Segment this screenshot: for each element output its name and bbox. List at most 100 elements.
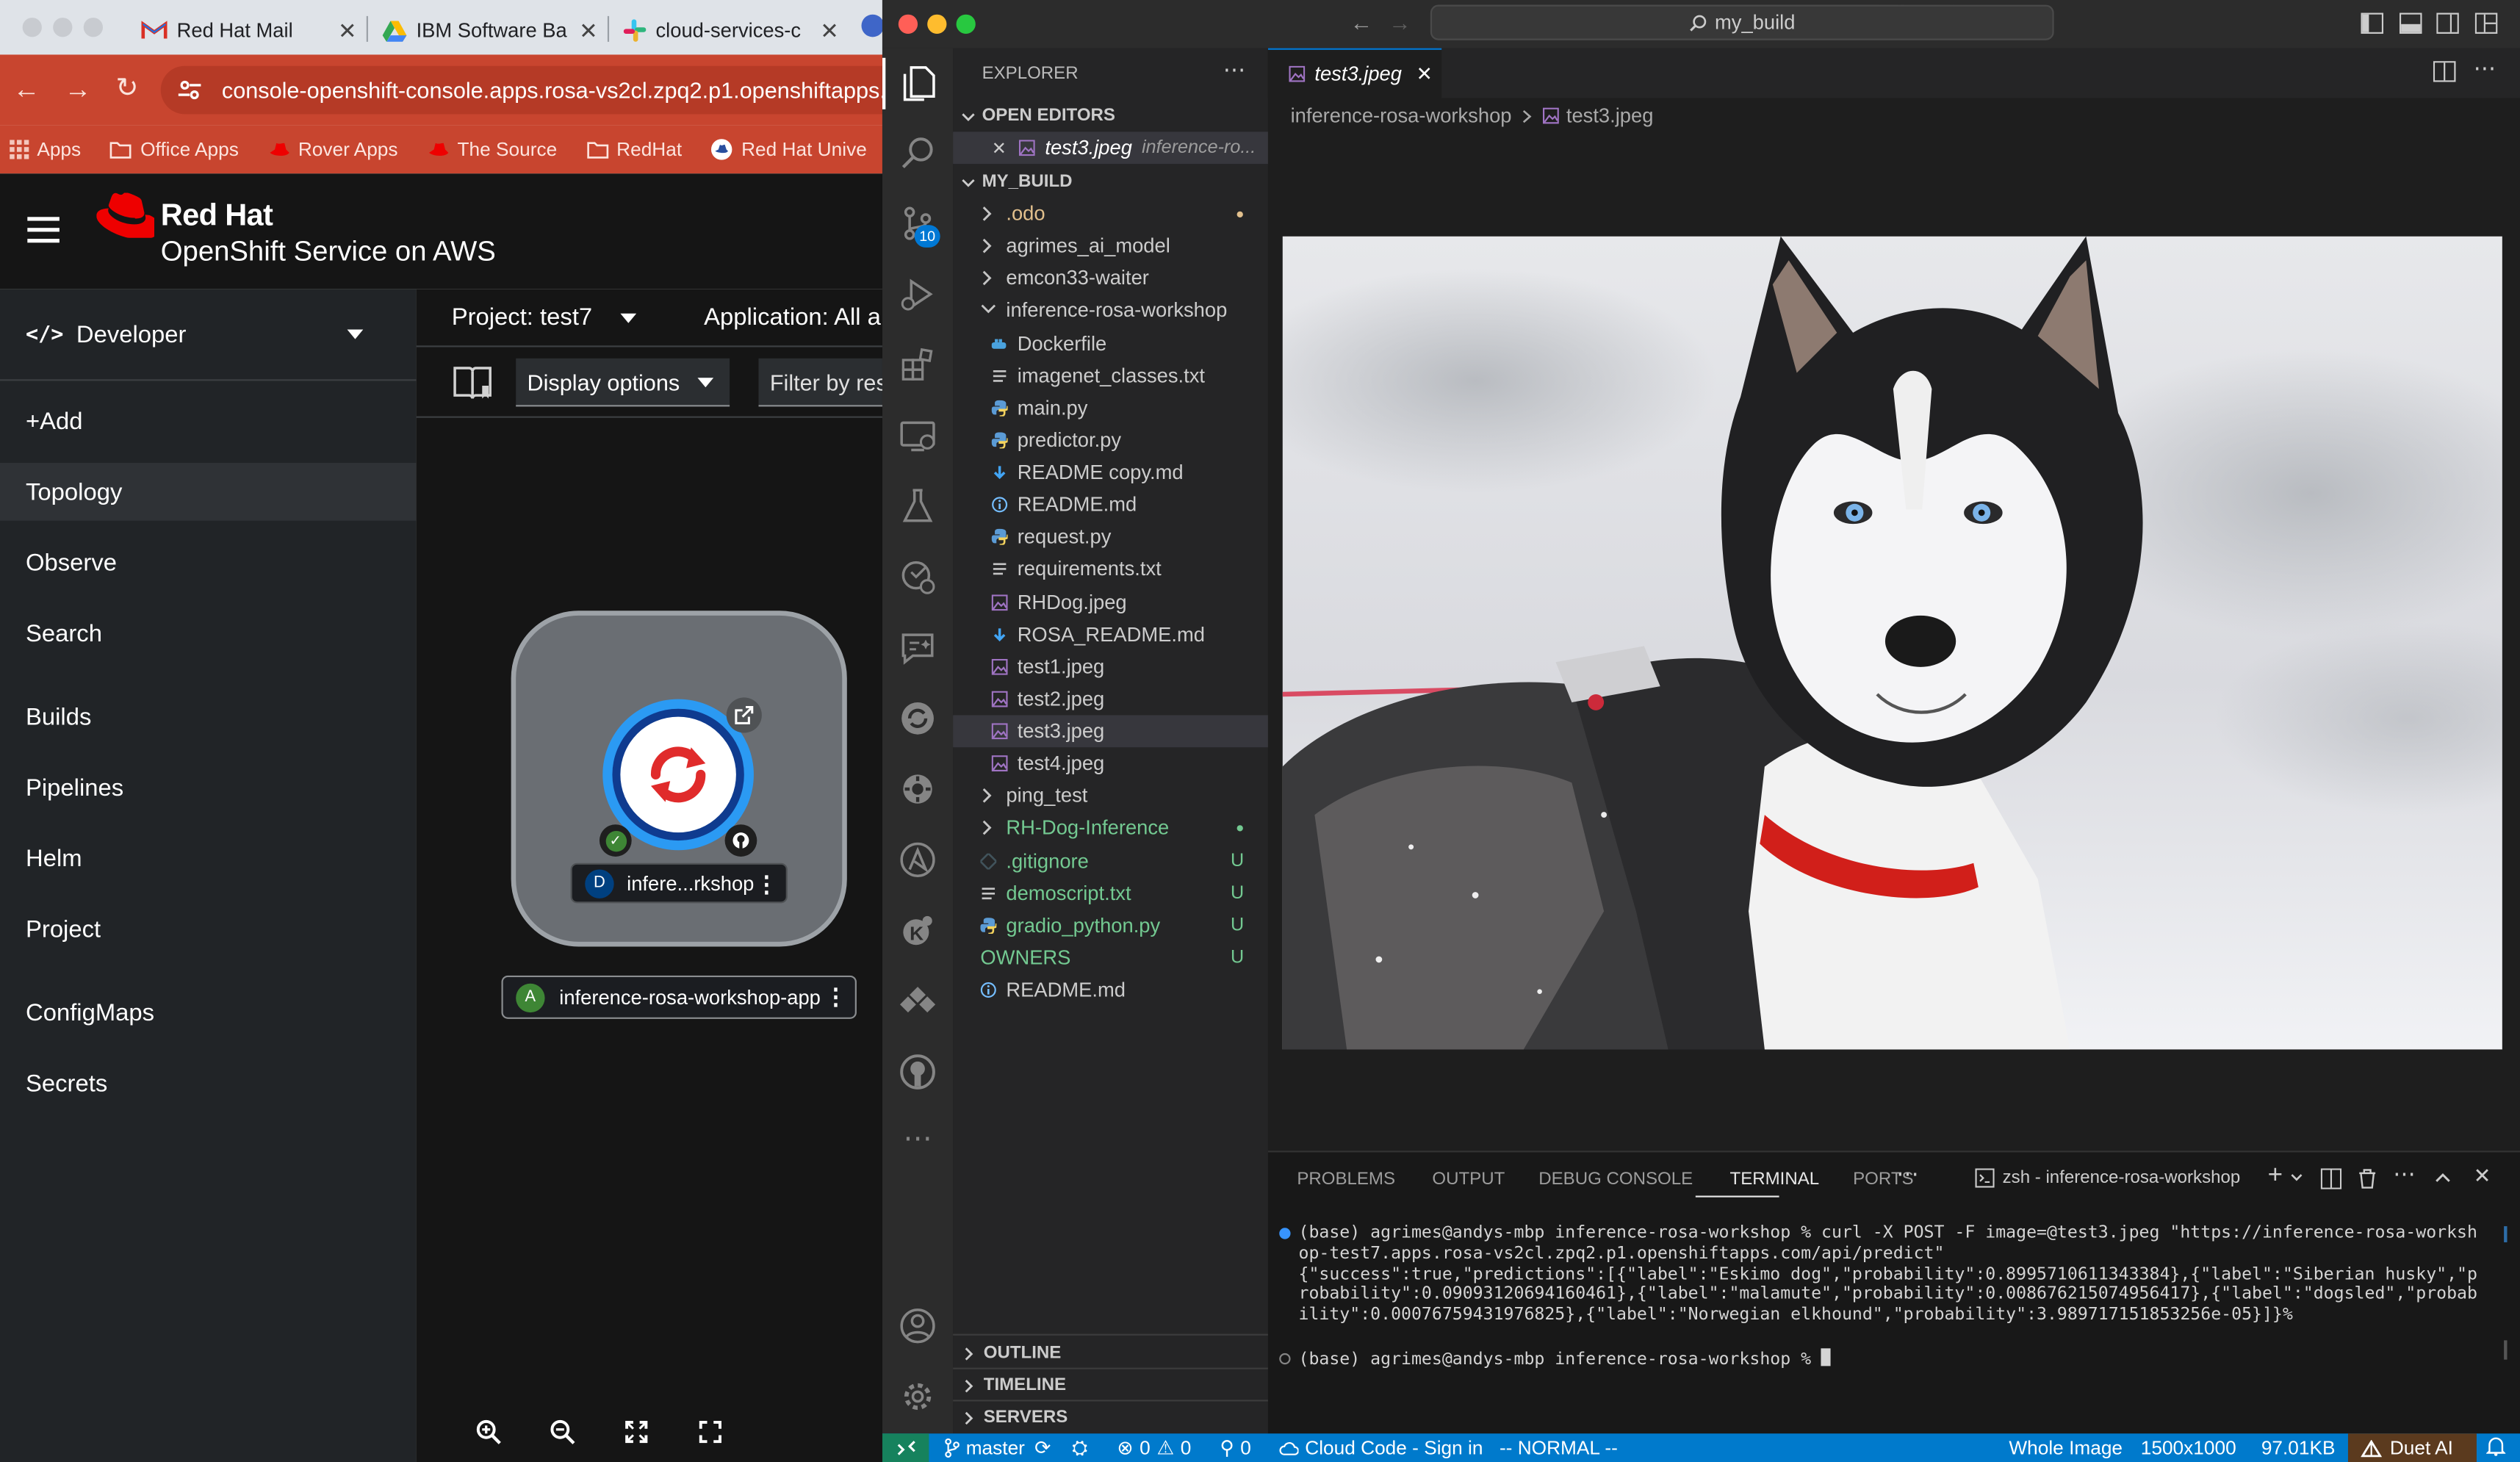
tree-file[interactable]: test4.jpeg <box>953 748 1268 780</box>
terminal-instance-selector[interactable]: zsh - inference-rosa-workshop <box>1975 1168 2240 1188</box>
tree-folder[interactable]: emcon33-waiter <box>953 262 1268 295</box>
git-branch-status[interactable]: master ⟳ <box>943 1437 1051 1460</box>
back-arrow-icon[interactable]: ← <box>13 74 40 107</box>
chevron-down-icon[interactable] <box>2290 1173 2303 1183</box>
problems-status[interactable]: ⊗ 0 ⚠ 0 <box>1117 1437 1191 1460</box>
editor-tab-active[interactable]: test3.jpeg ✕ <box>1267 48 1442 98</box>
window-close-button[interactable] <box>898 14 918 34</box>
zoom-out-icon[interactable] <box>525 1402 600 1462</box>
settings-sync-gear-icon[interactable] <box>897 768 939 810</box>
manage-gear-icon[interactable] <box>897 1376 939 1418</box>
tree-file[interactable]: requirements.txt <box>953 553 1268 586</box>
browser-tab-mail[interactable]: Red Hat Mail ✕ <box>129 7 370 55</box>
tree-file[interactable]: README.md <box>953 974 1268 1007</box>
ports-status[interactable]: ⚲ 0 <box>1220 1437 1251 1460</box>
customize-layout-icon[interactable] <box>2474 12 2498 34</box>
tree-file[interactable]: imagenet_classes.txt <box>953 359 1268 392</box>
open-editors-header[interactable]: OPEN EDITORS <box>953 100 1268 132</box>
browser-tab-ibm[interactable]: IBM Software Ba ✕ <box>370 7 611 55</box>
project-selector[interactable]: Project: test7 <box>452 303 593 331</box>
notebook-sparkle-icon[interactable] <box>897 627 939 669</box>
nav-item-add[interactable]: +Add <box>0 392 417 450</box>
trash-icon[interactable] <box>2358 1168 2377 1189</box>
redhat-logo-icon[interactable] <box>96 192 154 238</box>
tree-file[interactable]: OWNERS U <box>953 942 1268 974</box>
window-zoom-button[interactable] <box>83 18 103 37</box>
toggle-primary-sidebar-icon[interactable] <box>2361 12 2384 34</box>
tree-folder[interactable]: agrimes_ai_model <box>953 230 1268 262</box>
nav-item-project[interactable]: Project <box>0 900 417 958</box>
panel-tab-problems[interactable]: PROBLEMS <box>1297 1170 1395 1196</box>
panel-more-icon[interactable]: ⋯ <box>1896 1160 1919 1187</box>
bookmark-apps[interactable]: Apps <box>10 138 81 161</box>
timeline-header[interactable]: TIMELINE <box>953 1369 1268 1402</box>
tree-folder[interactable]: ping_test <box>953 780 1268 813</box>
reload-icon[interactable]: ↻ <box>116 72 139 104</box>
address-bar[interactable]: console-openshift-console.apps.rosa-vs2c… <box>160 65 900 115</box>
nav-item-observe[interactable]: Observe <box>0 533 417 591</box>
tree-file[interactable]: test1.jpeg <box>953 651 1268 683</box>
tree-file[interactable]: test2.jpeg <box>953 683 1268 716</box>
nav-item-pipelines[interactable]: Pipelines <box>0 759 417 817</box>
nav-item-topology[interactable]: Topology <box>0 463 417 521</box>
tree-file[interactable]: demoscript.txt U <box>953 877 1268 910</box>
command-center-search[interactable]: my_build <box>1430 4 2054 40</box>
tree-folder[interactable]: RH-Dog-Inference • <box>953 813 1268 845</box>
tree-file[interactable]: test3.jpeg <box>953 715 1268 748</box>
accounts-status-icon[interactable]: ⛭ <box>1072 1437 1087 1461</box>
filter-dropdown[interactable]: Filter by reso <box>758 358 900 407</box>
panel-tab-terminal[interactable]: TERMINAL <box>1730 1170 1820 1196</box>
window-minimize-button[interactable] <box>53 18 73 37</box>
nav-item-search[interactable]: Search <box>0 605 417 663</box>
book-icon[interactable] <box>452 363 494 402</box>
window-zoom-button[interactable] <box>956 14 976 34</box>
terminal-prompt-line[interactable]: (base) agrimes@andys-mbp inference-rosa-… <box>1299 1348 1832 1370</box>
panel-tab-output[interactable]: OUTPUT <box>1432 1170 1505 1196</box>
nav-item-configmaps[interactable]: ConfigMaps <box>0 984 417 1042</box>
editor-more-actions-icon[interactable]: ⋯ <box>2474 54 2496 82</box>
bookmark-office-apps[interactable]: Office Apps <box>110 138 239 161</box>
outline-header[interactable]: OUTLINE <box>953 1337 1268 1369</box>
workspace-header[interactable]: MY_BUILD <box>953 165 1268 198</box>
extensions-icon[interactable] <box>897 344 939 386</box>
close-editor-icon[interactable]: ✕ <box>992 137 1007 158</box>
servers-header[interactable]: SERVERS <box>953 1402 1268 1434</box>
forward-arrow-icon[interactable]: → <box>65 74 92 107</box>
zoom-in-icon[interactable] <box>452 1402 526 1462</box>
maximize-panel-icon[interactable] <box>2435 1172 2451 1183</box>
close-tab-icon[interactable]: ✕ <box>1416 62 1433 85</box>
close-tab-icon[interactable]: ✕ <box>579 17 598 44</box>
toggle-secondary-sidebar-icon[interactable] <box>2436 12 2459 34</box>
terminal-scrollbar[interactable] <box>2504 1226 2508 1242</box>
terminal-more-icon[interactable]: ⋯ <box>2393 1160 2416 1187</box>
tree-file[interactable]: RHDog.jpeg <box>953 586 1268 618</box>
application-label[interactable]: A inference-rosa-workshop-app ⋮ <box>501 975 857 1019</box>
breadcrumb-folder[interactable]: inference-rosa-workshop <box>1291 104 1512 127</box>
remote-explorer-icon[interactable] <box>897 414 939 456</box>
knative-icon[interactable]: K <box>897 910 939 951</box>
kubernetes-clusters-icon[interactable] <box>897 556 939 598</box>
github-icon[interactable] <box>897 1051 939 1093</box>
breadcrumb-file[interactable]: test3.jpeg <box>1566 104 1654 127</box>
expand-icon[interactable] <box>674 1402 748 1462</box>
tree-file[interactable]: predictor.py <box>953 424 1268 456</box>
explorer-more-actions-icon[interactable]: ⋯ <box>1223 57 1246 84</box>
notifications-bell-icon[interactable] <box>2486 1435 2506 1456</box>
nav-back-icon[interactable]: ← <box>1350 10 1373 35</box>
open-editor-item[interactable]: ✕ test3.jpeg inference-ro... <box>953 132 1268 165</box>
accounts-icon[interactable] <box>897 1305 939 1347</box>
bookmark-red-hat-university[interactable]: Red Hat Unive <box>711 138 867 161</box>
command-decoration-success[interactable] <box>1279 1228 1291 1239</box>
nav-item-secrets[interactable]: Secrets <box>0 1054 417 1112</box>
site-settings-icon[interactable] <box>177 77 203 103</box>
tree-folder[interactable]: inference-rosa-workshop <box>953 295 1268 327</box>
split-editor-icon[interactable] <box>2433 61 2456 82</box>
nav-forward-icon[interactable]: → <box>1389 10 1411 35</box>
sync-icon[interactable]: ⟳ <box>1034 1437 1051 1460</box>
bookmark-the-source[interactable]: The Source <box>427 138 557 161</box>
browser-tab-cloud-services[interactable]: cloud-services-c ✕ <box>611 7 852 55</box>
tree-file[interactable]: ROSA_README.md <box>953 619 1268 651</box>
github-icon[interactable] <box>724 824 757 857</box>
deployment-label[interactable]: D infere...rkshop ⋮ <box>570 863 788 904</box>
search-icon[interactable] <box>897 132 939 173</box>
